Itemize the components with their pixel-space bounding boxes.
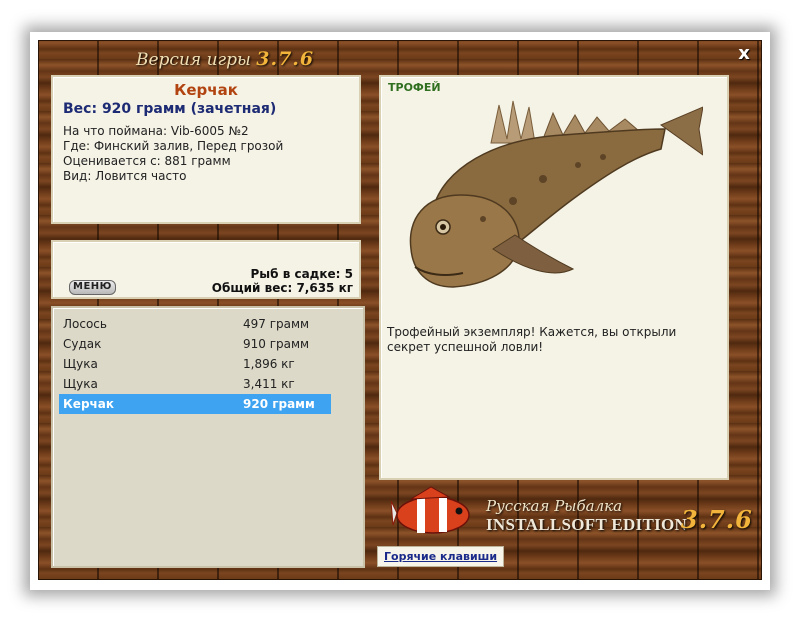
caught-on: На что поймана: Vib-6005 №2 bbox=[63, 124, 249, 138]
species-note: Вид: Ловится часто bbox=[63, 169, 187, 183]
clownfish-logo-icon bbox=[391, 486, 470, 534]
total-weight: Общий вес: 7,635 кг bbox=[211, 281, 353, 295]
list-item-weight: 920 грамм bbox=[243, 397, 315, 411]
list-item-weight: 910 грамм bbox=[243, 337, 310, 351]
logo-version: 3.7.6 bbox=[681, 505, 753, 534]
catch-list[interactable]: Лосось 497 грамм Судак 910 грамм Щука 1,… bbox=[51, 306, 365, 568]
fish-image bbox=[409, 100, 703, 288]
list-item-name: Щука bbox=[63, 377, 98, 391]
catch-location: Где: Финский залив, Перед грозой bbox=[63, 139, 284, 153]
trophy-panel: ТРОФЕЙ Трофейный экземпляр! Кажется, вы … bbox=[379, 75, 729, 480]
trophy-label: ТРОФЕЙ bbox=[388, 81, 441, 94]
list-item-weight: 1,896 кг bbox=[243, 357, 295, 371]
list-item-weight: 3,411 кг bbox=[243, 377, 295, 391]
close-icon[interactable]: x bbox=[735, 45, 753, 63]
fish-name: Керчак bbox=[174, 81, 238, 99]
list-item-name: Щука bbox=[63, 357, 98, 371]
list-item-name: Керчак bbox=[63, 397, 115, 411]
list-item[interactable]: Лосось 497 грамм bbox=[59, 314, 331, 334]
fish-info-panel: Керчак Вес: 920 грамм (зачетная) На что … bbox=[51, 75, 361, 224]
fish-weight: Вес: 920 грамм (зачетная) bbox=[63, 101, 277, 117]
list-item[interactable]: Судак 910 грамм bbox=[59, 334, 331, 354]
title-prefix: Версия игры bbox=[136, 50, 251, 70]
title-version: 3.7.6 bbox=[256, 48, 315, 70]
list-item-weight: 497 грамм bbox=[243, 317, 310, 331]
window-title: Версия игры 3.7.6 bbox=[136, 48, 314, 70]
list-item-name: Лосось bbox=[63, 317, 107, 331]
valued-from: Оценивается с: 881 грамм bbox=[63, 154, 231, 168]
keepnet-summary-panel: МЕНЮ Рыб в садке: 5 Общий вес: 7,635 кг bbox=[51, 240, 361, 299]
hotkeys-link[interactable]: Горячие клавиши bbox=[377, 546, 505, 567]
trophy-text: Трофейный экземпляр! Кажется, вы открыли… bbox=[387, 325, 677, 354]
list-item[interactable]: Щука 1,896 кг bbox=[59, 354, 331, 374]
game-logo: Русская Рыбалка INSTALLSOFT EDITION 3.7.… bbox=[391, 485, 753, 541]
logo-edition: INSTALLSOFT EDITION bbox=[486, 515, 688, 534]
list-item-selected[interactable]: Керчак 920 грамм bbox=[59, 394, 331, 414]
list-item-name: Судак bbox=[63, 337, 102, 351]
fish-count: Рыб в садке: 5 bbox=[250, 267, 354, 281]
list-item[interactable]: Щука 3,411 кг bbox=[59, 374, 331, 394]
game-window: Версия игры 3.7.6 x Керчак Вес: 920 грам… bbox=[38, 40, 762, 580]
menu-button[interactable]: МЕНЮ bbox=[69, 280, 116, 295]
logo-title: Русская Рыбалка bbox=[486, 497, 623, 515]
